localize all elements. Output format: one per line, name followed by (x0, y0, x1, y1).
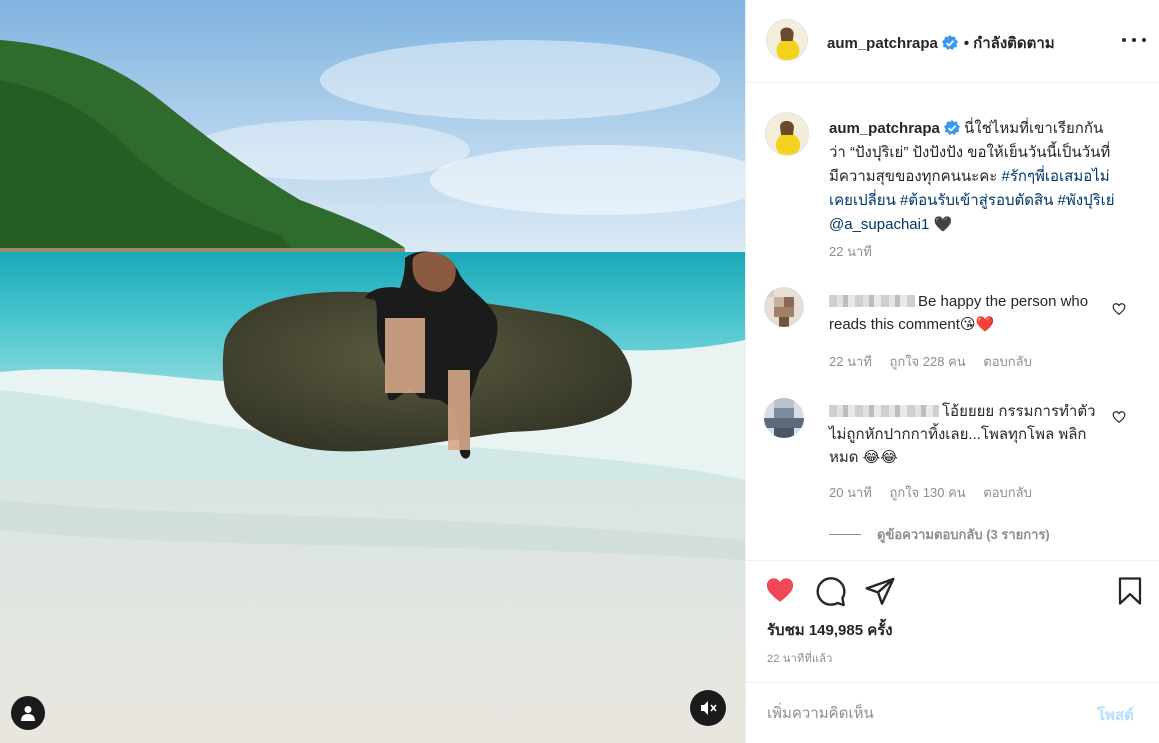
separator-dot: • (963, 35, 970, 52)
header-user: aum_patchrapa • กำลังติดตาม (827, 31, 1055, 55)
share-icon[interactable] (864, 575, 896, 607)
post-comment-button[interactable]: โพสต์ (1097, 703, 1134, 727)
post-video[interactable] (0, 0, 745, 743)
caption-emoji: 🖤 (933, 216, 953, 233)
post-side-panel: aum_patchrapa • กำลังติดตาม aum_patchrapa … (745, 0, 1159, 743)
more-icon (1142, 38, 1146, 42)
user-tag-button[interactable] (11, 696, 45, 730)
comment-time: 22 นาที (829, 354, 872, 369)
post-time: 22 นาทีที่แล้ว (767, 653, 833, 665)
comments-section: aum_patchrapa นี่ใช่ไหมที่เขาเรียกกันว่า… (746, 84, 1159, 560)
comment-time: 20 นาที (829, 485, 872, 500)
replies-divider (829, 534, 861, 535)
mute-button[interactable] (690, 690, 726, 726)
view-replies-button[interactable]: ดูข้อความตอบกลับ (3 รายการ) (829, 524, 1050, 545)
view-replies-label: ดูข้อความตอบกลับ (3 รายการ) (877, 527, 1050, 542)
username-link[interactable]: aum_patchrapa (827, 35, 938, 52)
like-comment-heart-icon[interactable] (1112, 410, 1126, 424)
caption-time: 22 นาที (829, 244, 872, 259)
action-bar: รับชม 149,985 ครั้ง 22 นาทีที่แล้ว (746, 560, 1159, 676)
caption-avatar[interactable] (765, 112, 809, 156)
comment-likes[interactable]: ถูกใจ 130 คน (889, 485, 965, 500)
caption-username[interactable]: aum_patchrapa (829, 120, 940, 137)
reply-button[interactable]: ตอบกลับ (983, 485, 1032, 500)
add-comment-input[interactable] (767, 701, 1067, 725)
comment-likes[interactable]: ถูกใจ 228 คน (889, 354, 965, 369)
verified-badge-icon (941, 35, 958, 50)
avatar[interactable] (766, 19, 808, 61)
muted-speaker-icon (701, 701, 717, 715)
comment-icon[interactable] (815, 575, 847, 607)
comment-text: Be happy the person who reads this comme… (829, 290, 1109, 336)
view-count[interactable]: รับชม 149,985 ครั้ง (767, 618, 893, 642)
commenter-avatar[interactable] (764, 287, 804, 327)
post-header: aum_patchrapa • กำลังติดตาม (746, 0, 1159, 83)
more-options-button[interactable] (1122, 30, 1146, 50)
heart-icon[interactable] (764, 575, 796, 605)
user-icon (21, 706, 35, 721)
more-icon (1132, 38, 1136, 42)
blurred-username[interactable] (829, 295, 915, 307)
add-comment-bar: โพสต์ (746, 682, 1159, 743)
following-button[interactable]: กำลังติดตาม (973, 35, 1055, 52)
verified-badge-icon (943, 120, 960, 135)
comment-meta: 22 นาที ถูกใจ 228 คน ตอบกลับ (829, 351, 1046, 372)
commenter-avatar[interactable] (764, 398, 804, 438)
post-caption: aum_patchrapa นี่ใช่ไหมที่เขาเรียกกันว่า… (829, 117, 1119, 237)
video-frame (0, 0, 745, 743)
more-icon (1122, 38, 1126, 42)
comment-meta: 20 นาที ถูกใจ 130 คน ตอบกลับ (829, 482, 1046, 503)
blurred-username[interactable] (829, 405, 939, 417)
like-comment-heart-icon[interactable] (1112, 302, 1126, 316)
bookmark-icon[interactable] (1115, 575, 1145, 607)
comment-text: โอ้ยยยย กรรมการทำตัวไม่ถูกหักปากกาทิ้งเล… (829, 400, 1109, 469)
reply-button[interactable]: ตอบกลับ (983, 354, 1032, 369)
